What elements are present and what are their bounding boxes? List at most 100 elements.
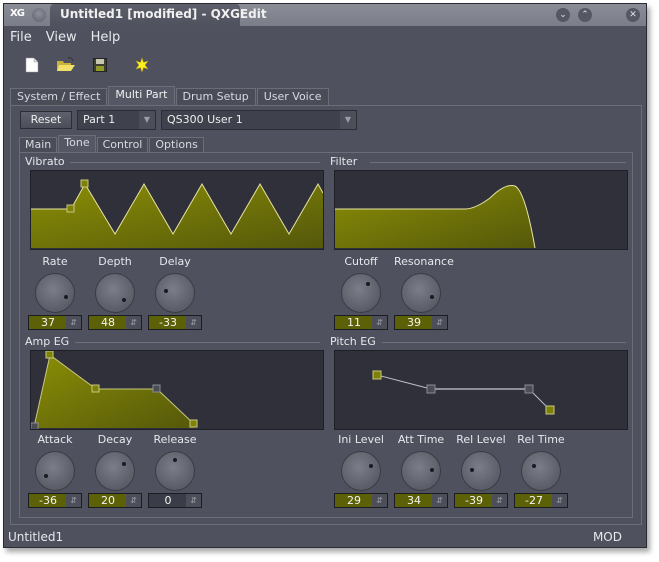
cutoff-knob[interactable] <box>341 273 381 313</box>
spin-arrows-icon[interactable]: ⇵ <box>126 494 141 507</box>
ini-level-knob-group: Ini Level <box>334 433 388 491</box>
tab-control[interactable]: Control <box>96 137 149 152</box>
vibrato-depth-handle <box>80 179 89 188</box>
decay-value[interactable]: 20 <box>89 494 127 507</box>
pitch-eg-graph[interactable] <box>334 350 628 430</box>
rel-level-spinbox[interactable]: -39 ⇵ <box>454 493 508 508</box>
tone-pane: Vibrato Rate 37 ⇵ Depth 48 ⇵ Delay -33 ⇵… <box>19 152 633 518</box>
tab-tone[interactable]: Tone <box>58 135 96 152</box>
att-time-value[interactable]: 34 <box>395 494 433 507</box>
spin-arrows-icon[interactable]: ⇵ <box>186 316 201 329</box>
rate-value[interactable]: 37 <box>29 316 67 329</box>
attack-spinbox[interactable]: -36 ⇵ <box>28 493 82 508</box>
chevron-down-icon[interactable]: ▼ <box>340 111 356 129</box>
save-file-button[interactable] <box>90 55 110 75</box>
delay-knob[interactable] <box>155 273 195 313</box>
open-file-button[interactable] <box>56 55 76 75</box>
tab-system-effect[interactable]: System / Effect <box>10 88 108 105</box>
tab-drum-setup[interactable]: Drum Setup <box>175 88 256 105</box>
title-bar[interactable]: XG Untitled1 [modified] - QXGEdit ⌄ ⌃ ✕ <box>4 4 646 26</box>
amp-decay-handle <box>91 384 100 393</box>
ini-level-label: Ini Level <box>338 433 384 446</box>
menu-view[interactable]: View <box>46 30 77 48</box>
attack-knob[interactable] <box>35 451 75 491</box>
minimize-icon[interactable]: ⌄ <box>556 8 570 22</box>
att-time-spinbox[interactable]: 34 ⇵ <box>394 493 448 508</box>
depth-knob[interactable] <box>95 273 135 313</box>
cutoff-value[interactable]: 11 <box>335 316 373 329</box>
amp-start-handle <box>31 422 39 429</box>
rel-level-knob-group: Rel Level <box>454 433 508 491</box>
attack-value[interactable]: -36 <box>29 494 67 507</box>
spin-arrows-icon[interactable]: ⇵ <box>492 494 507 507</box>
resonance-value[interactable]: 39 <box>395 316 433 329</box>
menu-bar: File View Help <box>10 30 120 48</box>
cutoff-spinbox[interactable]: 11 ⇵ <box>334 315 388 330</box>
tab-user-voice[interactable]: User Voice <box>256 88 329 105</box>
pitch-rel-level-handle <box>524 384 534 394</box>
rel-level-knob[interactable] <box>461 451 501 491</box>
reset-all-button[interactable] <box>132 55 152 75</box>
release-value[interactable]: 0 <box>149 494 187 507</box>
document-icon <box>25 57 39 73</box>
att-time-label: Att Time <box>397 433 445 446</box>
spin-arrows-icon[interactable]: ⇵ <box>66 494 81 507</box>
resonance-knob[interactable] <box>401 273 441 313</box>
attack-knob-group: Attack <box>28 433 82 491</box>
attack-label: Attack <box>37 433 73 446</box>
rel-time-spinbox[interactable]: -27 ⇵ <box>514 493 568 508</box>
chevron-down-icon[interactable]: ▼ <box>139 111 155 129</box>
rate-label: Rate <box>42 255 68 268</box>
menu-help[interactable]: Help <box>91 30 121 48</box>
rel-level-value[interactable]: -39 <box>455 494 493 507</box>
window-menu-icon[interactable] <box>32 8 46 22</box>
spin-arrows-icon[interactable]: ⇵ <box>372 316 387 329</box>
pitch-eg-divider <box>382 342 626 343</box>
filter-graph[interactable] <box>334 170 628 250</box>
spin-arrows-icon[interactable]: ⇵ <box>432 316 447 329</box>
rel-time-knob[interactable] <box>521 451 561 491</box>
rate-knob[interactable] <box>35 273 75 313</box>
decay-knob[interactable] <box>95 451 135 491</box>
new-file-button[interactable] <box>22 55 42 75</box>
rate-spinbox[interactable]: 37 ⇵ <box>28 315 82 330</box>
amp-eg-graph[interactable] <box>30 350 324 430</box>
window-title: Untitled1 [modified] - QXGEdit <box>60 7 267 21</box>
app-window: XG Untitled1 [modified] - QXGEdit ⌄ ⌃ ✕ … <box>3 3 647 548</box>
depth-knob-group: Depth <box>88 255 142 313</box>
spin-arrows-icon[interactable]: ⇵ <box>126 316 141 329</box>
depth-value[interactable]: 48 <box>89 316 127 329</box>
delay-spinbox[interactable]: -33 ⇵ <box>148 315 202 330</box>
vibrato-divider <box>70 162 320 163</box>
resonance-knob-group: Resonance <box>394 255 454 313</box>
close-icon[interactable]: ✕ <box>626 8 640 22</box>
rel-time-value[interactable]: -27 <box>515 494 553 507</box>
tab-multi-part[interactable]: Multi Part <box>108 86 175 105</box>
decay-spinbox[interactable]: 20 ⇵ <box>88 493 142 508</box>
resonance-spinbox[interactable]: 39 ⇵ <box>394 315 448 330</box>
tab-options[interactable]: Options <box>149 137 204 152</box>
depth-spinbox[interactable]: 48 ⇵ <box>88 315 142 330</box>
cutoff-label: Cutoff <box>344 255 378 268</box>
tab-main[interactable]: Main <box>19 137 58 152</box>
ini-level-spinbox[interactable]: 29 ⇵ <box>334 493 388 508</box>
ini-level-value[interactable]: 29 <box>335 494 373 507</box>
spin-arrows-icon[interactable]: ⇵ <box>66 316 81 329</box>
ini-level-knob[interactable] <box>341 451 381 491</box>
status-filename: Untitled1 <box>8 530 64 544</box>
release-spinbox[interactable]: 0 ⇵ <box>148 493 202 508</box>
reset-button[interactable]: Reset <box>20 111 72 129</box>
spin-arrows-icon[interactable]: ⇵ <box>372 494 387 507</box>
spin-arrows-icon[interactable]: ⇵ <box>186 494 201 507</box>
maximize-icon[interactable]: ⌃ <box>578 8 592 22</box>
amp-sustain-handle <box>152 384 161 393</box>
part-combo[interactable]: Part 1 ▼ <box>77 110 156 130</box>
spin-arrows-icon[interactable]: ⇵ <box>552 494 567 507</box>
att-time-knob[interactable] <box>401 451 441 491</box>
vibrato-graph[interactable] <box>30 170 324 250</box>
delay-value[interactable]: -33 <box>149 316 187 329</box>
voice-combo[interactable]: QS300 User 1 ▼ <box>161 110 357 130</box>
menu-file[interactable]: File <box>10 30 32 48</box>
spin-arrows-icon[interactable]: ⇵ <box>432 494 447 507</box>
release-knob[interactable] <box>155 451 195 491</box>
